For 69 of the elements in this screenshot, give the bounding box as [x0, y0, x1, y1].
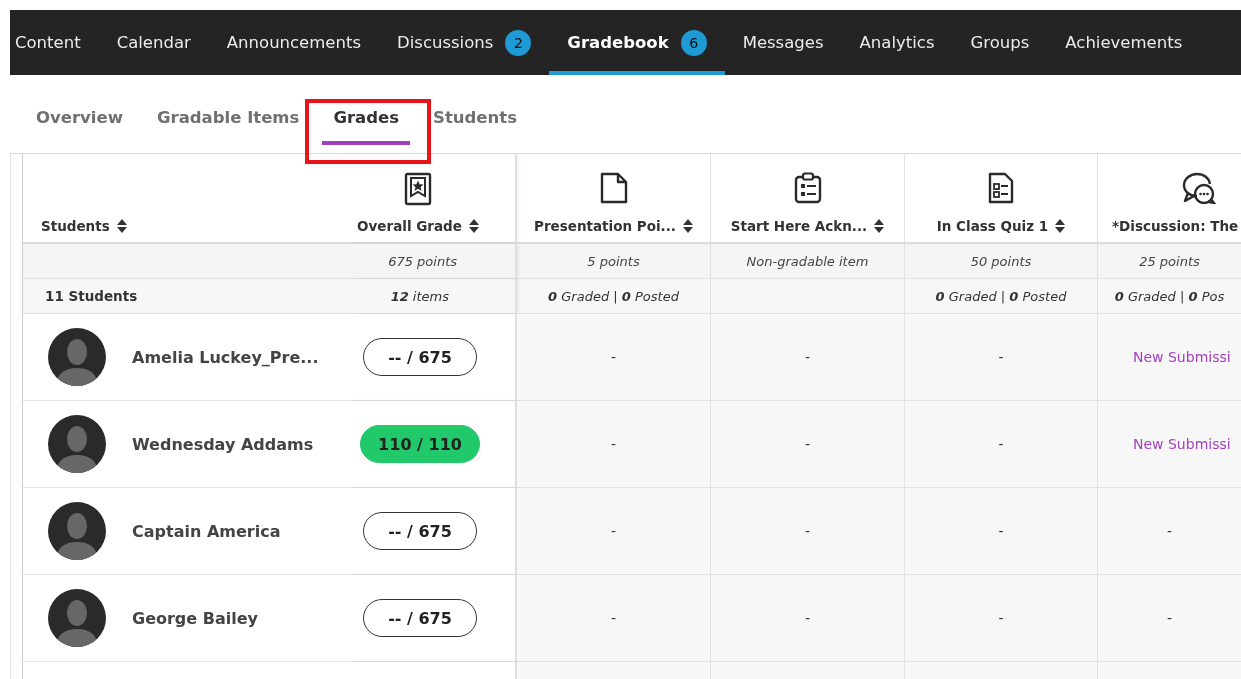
sort-icon[interactable]	[682, 219, 693, 233]
nav-tab[interactable]: Achievements	[1047, 10, 1201, 75]
grade-cell: -	[998, 436, 1004, 452]
points-label: 5 points	[587, 253, 640, 269]
nav-tab[interactable]: Discussions 2	[379, 10, 550, 75]
graded-summary: 0 Graded | 0 Posted	[548, 288, 679, 304]
grade-cell: -	[610, 349, 617, 365]
document-icon	[599, 172, 628, 204]
column-header[interactable]: Overall Grade	[357, 218, 462, 234]
clipboard-icon	[793, 172, 822, 204]
sort-icon[interactable]	[468, 219, 479, 233]
star-book-icon	[404, 172, 432, 206]
grade-cell: -	[804, 523, 811, 539]
avatar-silhouette	[48, 502, 106, 560]
grade-cell: -	[1166, 610, 1173, 626]
grade-cell: -	[998, 610, 1004, 626]
student-name[interactable]: Captain America	[132, 521, 281, 541]
grade-pill[interactable]: -- / 675	[363, 338, 477, 376]
grade-cell: -	[998, 349, 1004, 365]
column-header[interactable]: Students	[41, 218, 110, 234]
grade-pill[interactable]: 110 / 110	[360, 425, 480, 463]
grade-pill[interactable]: -- / 675	[363, 512, 477, 550]
count-badge: 6	[680, 29, 707, 56]
sort-icon[interactable]	[116, 219, 127, 233]
quiz-icon	[988, 172, 1014, 204]
student-name[interactable]: Wednesday Addams	[132, 434, 314, 454]
grade-cell: -	[998, 523, 1004, 539]
grade-cell: -	[610, 523, 617, 539]
avatar-silhouette	[48, 328, 106, 386]
grade-cell: -	[610, 610, 617, 626]
nav-tab[interactable]: Gradebook 6	[549, 10, 725, 75]
avatar-silhouette	[48, 415, 106, 473]
grade-cell: -	[1166, 523, 1173, 539]
chat-bubbles-icon	[1182, 172, 1216, 204]
sub-tab[interactable]: Grades	[316, 100, 416, 153]
points-label: 25 points	[1139, 253, 1200, 269]
nav-tab[interactable]: Messages	[724, 10, 842, 75]
sort-icon[interactable]	[874, 219, 885, 233]
column-header[interactable]: Presentation Poi...	[534, 218, 676, 234]
column-header[interactable]: Start Here Ackn...	[730, 218, 868, 234]
sort-icon[interactable]	[1055, 219, 1066, 233]
grade-pill[interactable]: -- / 675	[363, 599, 477, 637]
points-label: 675 points	[388, 253, 457, 269]
avatar-silhouette	[48, 589, 106, 647]
grade-cell: -	[804, 349, 811, 365]
grade-cell: -	[804, 610, 811, 626]
submission-link[interactable]: New Submissi	[1133, 349, 1231, 365]
column-header[interactable]: *Discussion: The	[1112, 218, 1239, 234]
item-count: 12 items	[390, 288, 449, 304]
grade-cell: -	[610, 436, 617, 452]
grade-cell: -	[804, 436, 811, 452]
graded-summary: 0 Graded | 0 Pos	[1114, 288, 1225, 304]
column-header[interactable]: In Class Quiz 1	[936, 218, 1049, 234]
sub-tab[interactable]: Students	[416, 100, 534, 153]
points-label: Non-gradable item	[746, 253, 869, 269]
nav-tab[interactable]: Groups	[952, 10, 1048, 75]
sub-tab[interactable]: Gradable Items	[139, 100, 317, 153]
student-name[interactable]: George Bailey	[132, 608, 258, 628]
nav-tab[interactable]: Announcements	[208, 10, 379, 75]
graded-summary: 0 Graded | 0 Posted	[935, 288, 1067, 304]
student-count: 11 Students	[45, 288, 138, 304]
sub-tab[interactable]: Overview	[19, 100, 140, 153]
nav-tab[interactable]: Content	[10, 10, 99, 75]
student-name[interactable]: Amelia Luckey_Pre...	[132, 347, 319, 367]
nav-tab[interactable]: Calendar	[98, 10, 209, 75]
count-badge: 2	[505, 29, 532, 56]
points-label: 50 points	[970, 253, 1032, 269]
submission-link[interactable]: New Submissi	[1133, 436, 1231, 452]
nav-tab[interactable]: Analytics	[841, 10, 953, 75]
